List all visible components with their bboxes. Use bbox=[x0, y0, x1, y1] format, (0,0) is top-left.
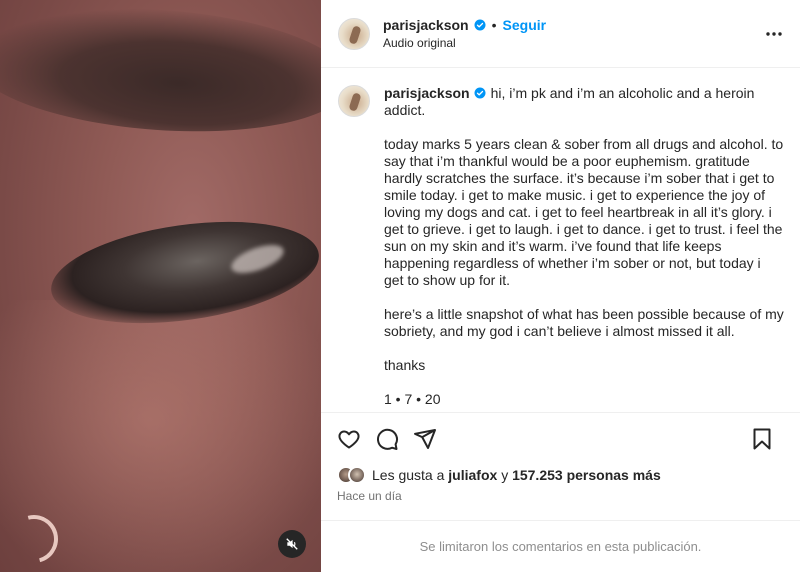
post-timestamp[interactable]: Hace un día bbox=[337, 489, 402, 503]
more-horizontal-icon bbox=[766, 32, 782, 36]
caption-date-line: 1 • 7 • 20 bbox=[384, 391, 441, 407]
verified-badge-icon bbox=[474, 19, 486, 31]
caption-paragraph-2: here’s a little snapshot of what has bee… bbox=[384, 306, 784, 339]
separator-dot: • bbox=[491, 17, 497, 33]
save-button[interactable] bbox=[750, 427, 774, 451]
likes-middle: y bbox=[501, 467, 509, 483]
author-username[interactable]: parisjackson bbox=[383, 17, 469, 33]
bookmark-icon bbox=[753, 428, 771, 450]
comment-button[interactable] bbox=[375, 427, 399, 451]
post-actions bbox=[321, 414, 800, 464]
post-video[interactable] bbox=[0, 0, 321, 572]
heart-icon bbox=[338, 430, 360, 449]
caption-paragraph-3: thanks bbox=[384, 357, 426, 373]
liker-avatar[interactable] bbox=[348, 466, 366, 484]
mute-button[interactable] bbox=[278, 530, 306, 558]
avatar[interactable] bbox=[338, 85, 370, 117]
post-header: parisjackson • Seguir Audio original bbox=[321, 0, 800, 68]
speaker-muted-icon bbox=[286, 538, 298, 550]
like-button[interactable] bbox=[337, 427, 361, 451]
post-author-info: parisjackson • Seguir Audio original bbox=[383, 17, 546, 50]
caption-username[interactable]: parisjackson bbox=[384, 85, 470, 101]
comment-icon bbox=[377, 428, 398, 450]
likes-summary: Les gusta a juliafox y 157.253 personas … bbox=[337, 464, 661, 486]
likes-prefix: Les gusta a bbox=[372, 467, 445, 483]
post-caption: parisjackson hi, i’m pk and i’m an alcoh… bbox=[321, 69, 800, 413]
caption-paragraph-1: today marks 5 years clean & sober from a… bbox=[384, 136, 784, 288]
more-options-button[interactable] bbox=[762, 22, 786, 46]
likes-count[interactable]: 157.253 personas más bbox=[512, 467, 661, 483]
follow-button[interactable]: Seguir bbox=[503, 17, 547, 33]
comments-disabled-notice: Se limitaron los comentarios en esta pub… bbox=[321, 520, 800, 572]
video-frame-eyebrow bbox=[0, 0, 321, 144]
caption-text: parisjackson hi, i’m pk and i’m an alcoh… bbox=[384, 85, 784, 408]
share-icon bbox=[414, 429, 436, 449]
avatar[interactable] bbox=[338, 17, 370, 50]
share-button[interactable] bbox=[413, 427, 437, 451]
verified-badge-icon bbox=[474, 87, 486, 99]
audio-label[interactable]: Audio original bbox=[383, 36, 546, 50]
post-sidebar: parisjackson • Seguir Audio original par… bbox=[321, 0, 800, 572]
liker-username[interactable]: juliafox bbox=[448, 467, 497, 483]
